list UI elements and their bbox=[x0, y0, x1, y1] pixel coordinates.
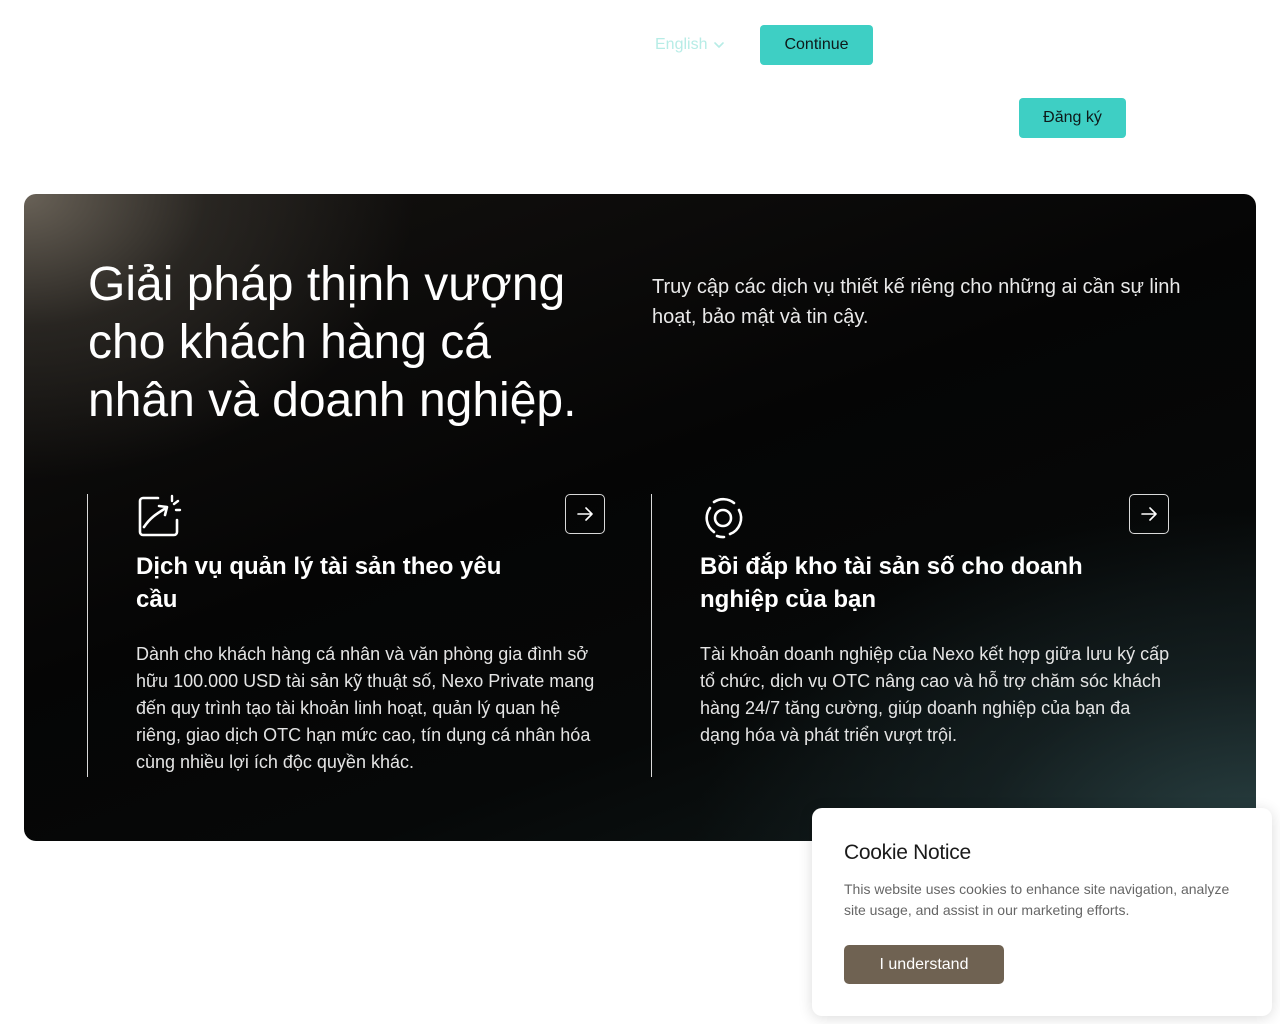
language-label: English bbox=[655, 36, 708, 53]
cookie-title: Cookie Notice bbox=[844, 841, 971, 864]
card-arrow-button[interactable] bbox=[1129, 494, 1169, 534]
language-selector[interactable]: English bbox=[655, 34, 725, 56]
card-text: Tài khoản doanh nghiệp của Nexo kết hợp … bbox=[700, 644, 1170, 745]
service-card-business-account[interactable]: Bồi đắp kho tài sản số cho doanh nghiệp … bbox=[651, 494, 1169, 777]
chart-growth-icon bbox=[138, 494, 182, 537]
arrow-right-icon bbox=[1141, 507, 1157, 521]
card-text: Dành cho khách hàng cá nhân và văn phòng… bbox=[136, 644, 595, 772]
cookie-notice: Cookie Notice This website uses cookies … bbox=[812, 808, 1272, 1016]
hero-description: Truy cập các dịch vụ thiết kế riêng cho … bbox=[652, 276, 1181, 328]
continue-button[interactable]: Continue bbox=[760, 25, 873, 65]
card-title: Bồi đắp kho tài sản số cho doanh nghiệp … bbox=[700, 553, 1083, 613]
card-title: Dịch vụ quản lý tài sản theo yêu cầu bbox=[136, 553, 502, 613]
hero-title: Giải pháp thịnh vượng cho khách hàng cá … bbox=[88, 258, 577, 427]
target-rings-icon bbox=[705, 497, 743, 539]
card-arrow-button[interactable] bbox=[565, 494, 605, 534]
hero-section: Giải pháp thịnh vượng cho khách hàng cá … bbox=[24, 194, 1256, 841]
cookie-text: This website uses cookies to enhance sit… bbox=[844, 881, 1230, 918]
chevron-down-icon bbox=[714, 42, 725, 48]
register-button[interactable]: Đăng ký bbox=[1019, 98, 1126, 138]
cookie-accept-button[interactable]: I understand bbox=[844, 945, 1004, 984]
arrow-right-icon bbox=[577, 507, 593, 521]
service-card-wealth-management[interactable]: Dịch vụ quản lý tài sản theo yêu cầu Dàn… bbox=[87, 494, 605, 777]
